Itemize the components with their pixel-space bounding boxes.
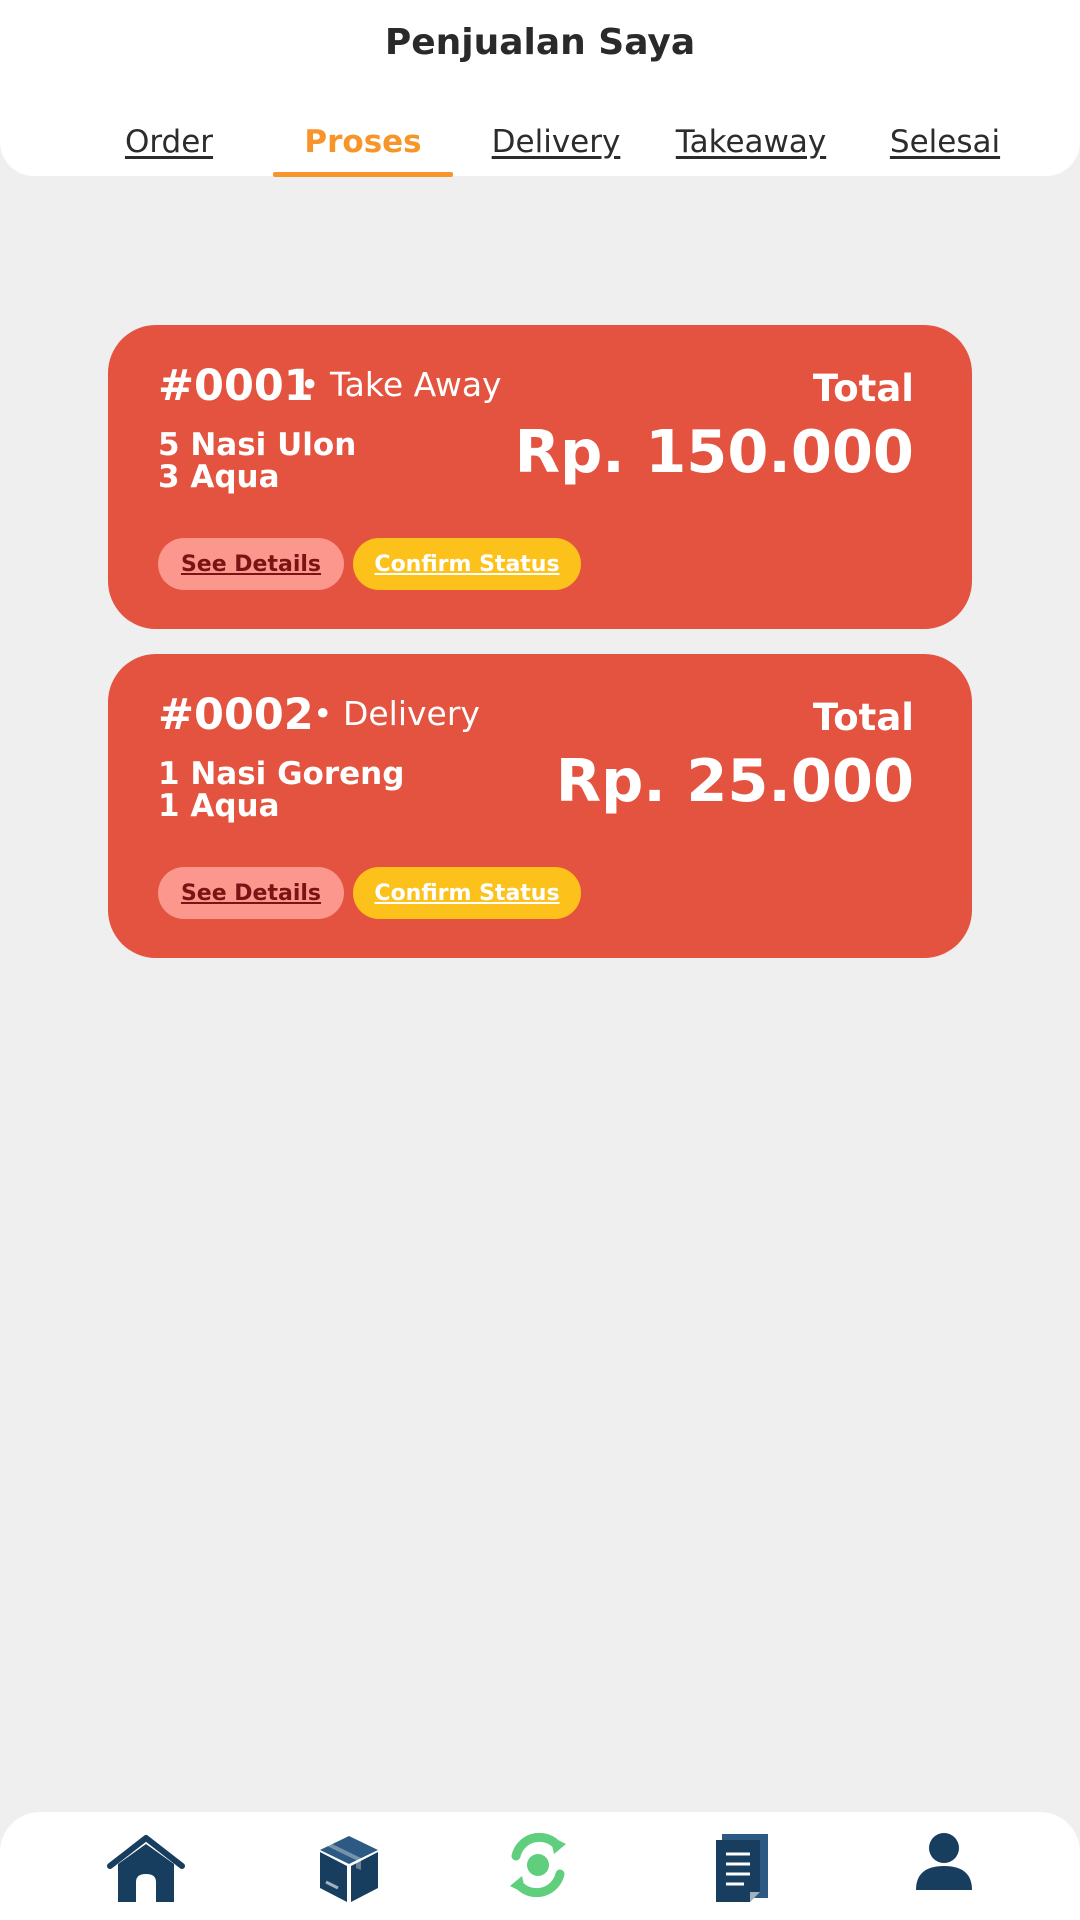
header: Penjualan Saya Order Proses Delivery Tak… <box>0 0 1080 177</box>
total-label: Total <box>812 367 914 410</box>
process-icon[interactable] <box>506 1832 570 1902</box>
confirm-status-button[interactable]: Confirm Status <box>353 867 581 919</box>
profile-icon[interactable] <box>914 1832 974 1896</box>
order-card: #0002 Delivery 1 Nasi Goreng 1 Aqua Tota… <box>108 654 972 958</box>
active-tab-indicator <box>273 172 453 177</box>
order-id: #0002 <box>158 690 314 740</box>
page-title: Penjualan Saya <box>384 22 696 63</box>
bottom-nav <box>0 1812 1080 1920</box>
order-item: 3 Aqua <box>158 459 280 495</box>
tab-proses[interactable]: Proses <box>304 124 421 160</box>
order-item: 1 Aqua <box>158 788 280 824</box>
order-card: #0001 Take Away 5 Nasi Ulon 3 Aqua Total… <box>108 325 972 629</box>
order-items: 5 Nasi Ulon 3 Aqua <box>158 429 356 493</box>
see-details-button[interactable]: See Details <box>158 867 344 919</box>
order-item: 5 Nasi Ulon <box>158 427 357 463</box>
tab-order[interactable]: Order <box>125 124 213 160</box>
total-value: Rp. 25.000 <box>555 746 914 815</box>
home-icon[interactable] <box>106 1832 186 1908</box>
order-type: Take Away <box>300 365 502 404</box>
see-details-button[interactable]: See Details <box>158 538 344 590</box>
order-items: 1 Nasi Goreng 1 Aqua <box>158 758 404 822</box>
total-value: Rp. 150.000 <box>514 417 914 486</box>
total-label: Total <box>812 696 914 739</box>
document-icon[interactable] <box>714 1832 770 1908</box>
tab-takeaway[interactable]: Takeaway <box>676 124 826 160</box>
order-item: 1 Nasi Goreng <box>158 756 405 792</box>
order-id: #0001 <box>158 361 314 411</box>
confirm-status-button[interactable]: Confirm Status <box>353 538 581 590</box>
order-type: Delivery <box>313 694 480 733</box>
tab-selesai[interactable]: Selesai <box>890 124 1000 160</box>
package-icon[interactable] <box>316 1832 382 1908</box>
tab-delivery[interactable]: Delivery <box>492 124 621 160</box>
